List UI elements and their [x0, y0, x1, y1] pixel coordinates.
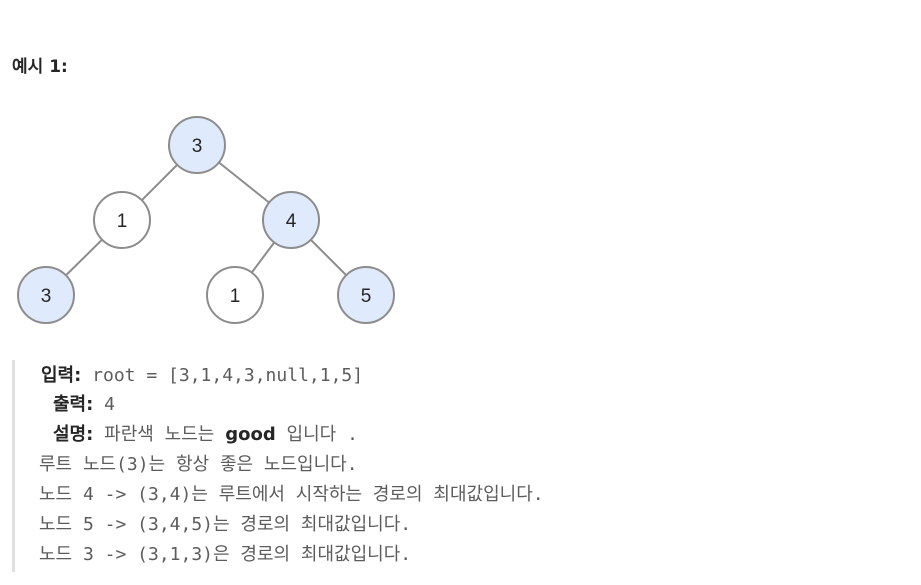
example-io-block: 입력: root = [3,1,4,3,null,1,5] 출력: 4 설명: … [12, 360, 895, 572]
tree-node-left-left: 3 [17, 266, 75, 324]
explanation-detail-line: 루트 노드(3)는 항상 좋은 노드입니다. [39, 454, 358, 475]
input-line: 입력: root = [3,1,4,3,null,1,5] [41, 364, 363, 388]
explanation-detail-line: 노드 3 -> (3,1,3)은 경로의 최대값입니다. [39, 544, 412, 565]
tree-node-label: 4 [286, 211, 297, 232]
explanation-text: 파란색 노드는 [93, 424, 226, 445]
output-line: 출력: 4 [53, 393, 115, 417]
tree-node-right-left: 1 [206, 266, 264, 324]
explanation-label: 설명: [53, 424, 94, 445]
tree-node-root: 3 [168, 116, 226, 174]
input-value: root = [3,1,4,3,null,1,5] [81, 365, 364, 386]
output-label: 출력: [53, 394, 94, 415]
tree-node-label: 1 [230, 286, 241, 307]
good-keyword: good [225, 424, 276, 445]
input-label: 입력: [41, 365, 82, 386]
tree-node-label: 3 [192, 136, 203, 157]
explanation-detail-line: 노드 5 -> (3,4,5)는 경로의 최대값입니다. [39, 514, 412, 535]
explanation-tail: 입니다 . [275, 424, 358, 445]
tree-node-label: 5 [361, 286, 372, 307]
explanation-detail-line: 노드 4 -> (3,4)는 루트에서 시작하는 경로의 최대값입니다. [39, 484, 544, 505]
tree-node-label: 3 [41, 286, 52, 307]
tree-node-right-right: 5 [337, 266, 395, 324]
output-value: 4 [93, 394, 116, 415]
tree-node-left: 1 [93, 191, 151, 249]
tree-node-label: 1 [117, 211, 128, 232]
binary-tree-diagram: 3 1 4 3 1 5 [17, 116, 395, 324]
explanation-line: 설명: 파란색 노드는 good 입니다 . [53, 423, 358, 447]
tree-node-right: 4 [262, 191, 320, 249]
